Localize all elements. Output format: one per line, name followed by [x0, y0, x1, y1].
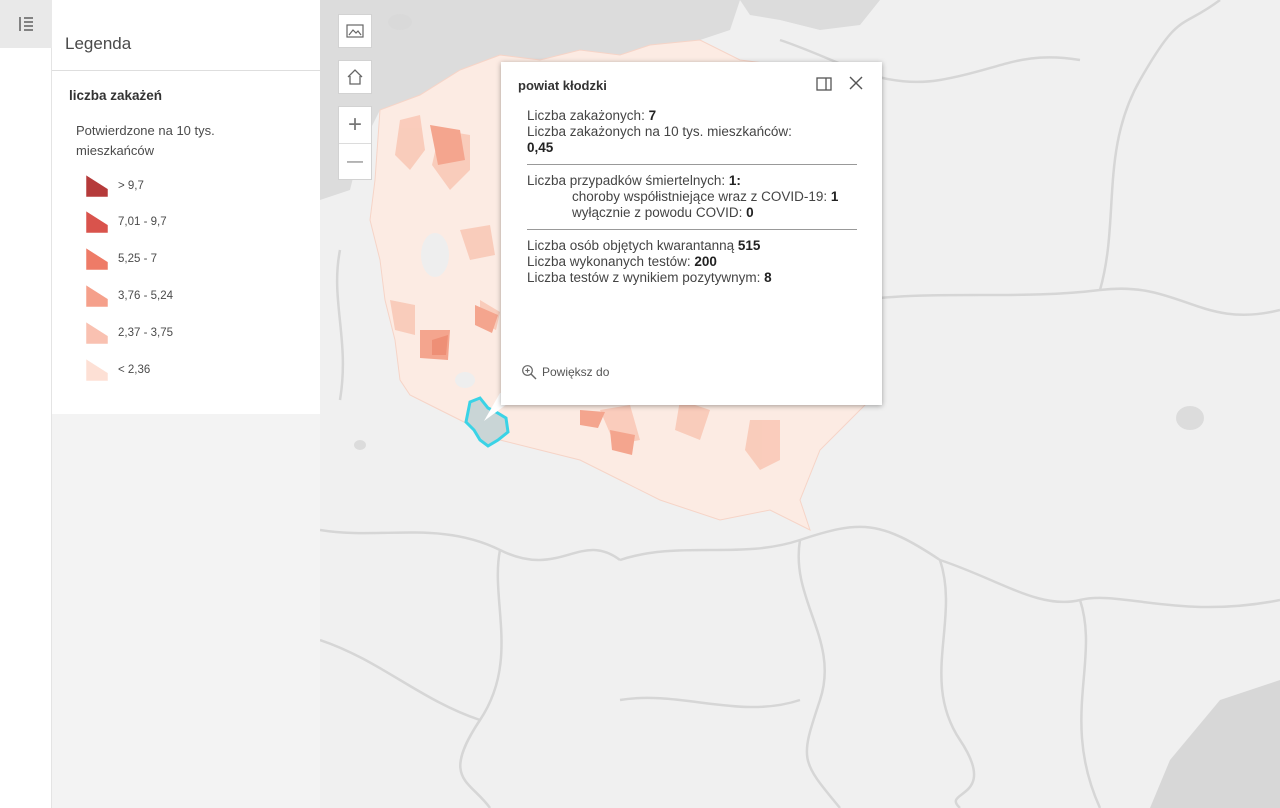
legend-layer-name: liczba zakażeń — [69, 88, 163, 103]
basemap-gallery-button[interactable] — [338, 14, 372, 48]
positive-label: Liczba testów z wynikiem pozytywnym: — [527, 270, 761, 285]
deaths-row: Liczba przypadków śmiertelnych: 1: — [527, 173, 741, 188]
legend-class-label: 5,25 - 7 — [118, 253, 157, 265]
plus-icon: + — [347, 111, 362, 138]
infected-label: Liczba zakażonych: — [527, 108, 645, 123]
legend-divider — [52, 70, 320, 71]
quarantine-value: 515 — [737, 238, 761, 253]
legend-title: Legenda — [65, 34, 132, 53]
positive-row: Liczba testów z wynikiem pozytywnym: 8 — [527, 270, 863, 286]
close-icon — [849, 76, 863, 90]
per10k-value: 0,45 — [527, 140, 554, 155]
legend-card: Legenda liczba zakażeń Potwierdzone na 1… — [52, 0, 320, 414]
legend-swatch — [85, 210, 109, 234]
legend-class-5: 2,37 - 3,75 — [84, 320, 173, 346]
legend-class-label: > 9,7 — [118, 180, 144, 192]
legend-class-label: 2,37 - 3,75 — [118, 327, 173, 339]
quarantine-row: Liczba osób objętych kwarantanną 515 — [527, 238, 863, 254]
legend-swatch — [85, 321, 109, 345]
popup-title: powiat kłodzki — [518, 78, 607, 93]
black-sea — [1150, 680, 1280, 808]
legend-list-icon — [19, 17, 33, 31]
quarantine-label: Liczba osób objętych kwarantanną — [527, 238, 735, 253]
tests-label: Liczba wykonanych testów: — [527, 254, 691, 269]
zoom-to-button[interactable]: Powiększ do — [521, 364, 609, 380]
minus-icon: — — [347, 152, 363, 170]
tests-value: 200 — [694, 254, 717, 269]
left-rail — [0, 0, 52, 808]
popup-divider — [527, 229, 857, 230]
popup-content: Liczba zakażonych: 7 Liczba zakażonych n… — [527, 108, 863, 286]
map-app: Legenda liczba zakażeń Potwierdzone na 1… — [0, 0, 1280, 808]
sea-north — [740, 0, 880, 30]
legend-class-3: 5,25 - 7 — [84, 246, 157, 272]
covid-only-value: 0 — [746, 205, 754, 220]
legend-class-1: > 9,7 — [84, 173, 144, 199]
zoom-in-button[interactable]: + — [339, 107, 371, 143]
close-button[interactable] — [847, 74, 865, 92]
legend-swatch — [85, 358, 109, 382]
positive-value: 8 — [764, 270, 772, 285]
feature-popup: powiat kłodzki Liczba zakażonych: 7 Licz… — [501, 62, 882, 405]
popup-divider — [527, 164, 857, 165]
legend-class-label: < 2,36 — [118, 364, 151, 376]
tests-row: Liczba wykonanych testów: 200 — [527, 254, 863, 270]
legend-class-6: < 2,36 — [84, 357, 150, 383]
legend-swatch — [85, 174, 109, 198]
legend-swatch — [85, 247, 109, 271]
zoom-to-label: Powiększ do — [542, 365, 610, 379]
zoom-out-button[interactable]: — — [339, 143, 371, 179]
legend-class-2: 7,01 - 9,7 — [84, 209, 167, 235]
infected-row: Liczba zakażonych: 7 — [527, 108, 863, 124]
legend-class-4: 3,76 - 5,24 — [84, 283, 173, 309]
comorbid-value: 1 — [830, 189, 839, 204]
magnifier-plus-icon — [522, 365, 537, 380]
dock-button[interactable] — [815, 75, 833, 93]
per10k-label: Liczba zakażonych na 10 tys. mieszkańców… — [527, 124, 792, 139]
legend-field-name: Potwierdzone na 10 tys. mieszkańców — [76, 123, 215, 158]
covid-only-row: wyłącznie z powodu COVID: 0 — [527, 205, 863, 221]
legend-toggle-button[interactable] — [0, 0, 52, 48]
comorbid-row: choroby współistniejące wraz z COVID-19:… — [527, 189, 863, 205]
infected-value: 7 — [648, 108, 657, 123]
deaths-label: Liczba przypadków śmiertelnych: — [527, 173, 726, 188]
home-button[interactable] — [338, 60, 372, 94]
comorbid-label: choroby współistniejące wraz z COVID-19: — [572, 189, 828, 204]
legend-class-label: 7,01 - 9,7 — [118, 216, 167, 228]
legend-class-label: 3,76 - 5,24 — [118, 290, 173, 302]
legend-swatch — [85, 284, 109, 308]
dock-icon — [816, 77, 832, 91]
basemap-gallery-icon — [346, 24, 364, 38]
zoom-controls: + — — [338, 106, 372, 180]
home-icon — [347, 69, 363, 85]
covid-only-label: wyłącznie z powodu COVID: — [572, 205, 743, 220]
per10k-row: Liczba zakażonych na 10 tys. mieszkańców… — [527, 124, 863, 156]
legend-panel: Legenda liczba zakażeń Potwierdzone na 1… — [52, 0, 320, 808]
